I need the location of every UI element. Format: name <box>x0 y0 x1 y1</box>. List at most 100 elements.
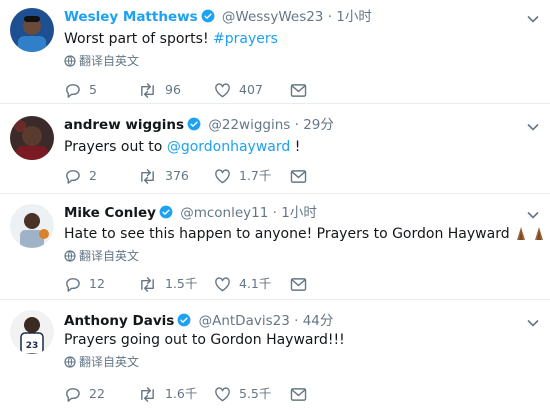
separator-dot: · <box>294 117 299 133</box>
display-name[interactable]: Anthony Davis <box>64 313 174 329</box>
tweet-text: Worst part of sports! #prayers <box>64 29 278 49</box>
reply-count: 2 <box>89 168 97 183</box>
separator-dot: · <box>327 9 332 25</box>
retweet-icon <box>141 276 154 292</box>
direct-message-button[interactable] <box>290 274 307 294</box>
translate-label: 翻译自英文 <box>79 54 140 68</box>
tweet-text: Prayers out to @gordonhayward ! <box>64 137 300 157</box>
tweet-text: Hate to see this happen to anyone! Praye… <box>64 224 548 247</box>
user-handle[interactable]: @AntDavis23 <box>199 313 290 329</box>
translate-link[interactable]: 翻译自英文 <box>64 53 139 69</box>
retweet-icon <box>141 386 154 402</box>
verified-badge-icon <box>187 117 201 136</box>
display-name[interactable]: andrew wiggins <box>64 117 184 133</box>
chevron-down-icon[interactable] <box>526 11 540 25</box>
chevron-down-icon[interactable] <box>526 315 540 329</box>
display-name[interactable]: Wesley Matthews <box>64 9 198 25</box>
hashtag-link[interactable]: #prayers <box>213 31 278 47</box>
like-button[interactable]: 1.7千 <box>214 166 271 186</box>
direct-message-icon <box>290 169 307 183</box>
avatar[interactable] <box>10 116 54 160</box>
like-button[interactable]: 5.5千 <box>214 384 271 404</box>
separator-dot: · <box>294 313 299 329</box>
avatar[interactable] <box>10 8 54 52</box>
retweet-count: 376 <box>165 168 189 183</box>
reply-button[interactable]: 5 <box>64 80 97 100</box>
chevron-down-icon[interactable] <box>526 119 540 133</box>
chevron-down-icon[interactable] <box>526 207 540 221</box>
retweet-button[interactable]: 1.5千 <box>138 274 197 294</box>
direct-message-icon <box>290 277 307 291</box>
tweet-andrew-wiggins[interactable]: andrew wiggins @22wiggins · 29分 Prayers … <box>0 104 550 194</box>
retweet-icon <box>141 168 154 184</box>
retweet-button[interactable]: 376 <box>138 166 189 186</box>
reply-icon <box>66 169 80 184</box>
translate-link[interactable]: 翻译自英文 <box>64 248 139 264</box>
tweet-actions: 22 1.6千 5.5千 <box>64 384 324 404</box>
separator-dot: · <box>272 205 277 221</box>
retweet-count: 1.6千 <box>165 386 198 401</box>
tweet-text-plain: Hate to see this happen to anyone! Praye… <box>64 226 510 242</box>
user-handle[interactable]: @mconley11 <box>180 205 268 221</box>
avatar[interactable]: 23 <box>10 310 54 354</box>
reply-icon <box>66 83 80 98</box>
globe-icon <box>64 250 76 262</box>
reply-count: 5 <box>89 82 97 97</box>
timestamp[interactable]: 1小时 <box>281 205 317 221</box>
retweet-button[interactable]: 96 <box>138 80 181 100</box>
mention-link[interactable]: @gordonhayward <box>167 139 290 155</box>
display-name[interactable]: Mike Conley <box>64 205 156 221</box>
avatar[interactable] <box>10 204 54 248</box>
reply-button[interactable]: 12 <box>64 274 105 294</box>
tweet-text: Prayers going out to Gordon Hayward!!! <box>64 330 345 350</box>
tweet-anthony-davis[interactable]: 23 Anthony Davis @AntDavis23 · 44分 Praye… <box>0 300 550 410</box>
retweet-button[interactable]: 1.6千 <box>138 384 197 404</box>
reply-icon <box>66 387 80 402</box>
direct-message-icon <box>290 387 307 401</box>
user-handle[interactable]: @WessyWes23 <box>222 9 324 25</box>
tweet-actions: 2 376 1.7千 <box>64 166 324 186</box>
timestamp[interactable]: 29分 <box>303 117 334 133</box>
tweet-actions: 5 96 407 <box>64 80 324 100</box>
like-button[interactable]: 407 <box>214 80 263 100</box>
heart-icon <box>215 168 230 183</box>
globe-icon <box>64 356 76 368</box>
like-count: 4.1千 <box>239 276 272 291</box>
like-count: 5.5千 <box>239 386 272 401</box>
reply-count: 22 <box>89 386 105 401</box>
direct-message-icon <box>290 83 307 97</box>
translate-link[interactable]: 翻译自英文 <box>64 354 139 370</box>
retweet-icon <box>141 82 154 98</box>
tweet-header: Wesley Matthews @WessyWes23 · 1小时 <box>64 8 372 28</box>
direct-message-button[interactable] <box>290 384 307 404</box>
user-handle[interactable]: @22wiggins <box>208 117 290 133</box>
tweet-text-plain: Worst part of sports! <box>64 31 214 47</box>
direct-message-button[interactable] <box>290 166 307 186</box>
tweet-actions: 12 1.5千 4.1千 <box>64 274 324 294</box>
tweet-header: andrew wiggins @22wiggins · 29分 <box>64 116 334 136</box>
verified-badge-icon <box>159 205 173 224</box>
tweet-header: Mike Conley @mconley11 · 1小时 <box>64 204 317 224</box>
tweet-text-after: ! <box>290 139 301 155</box>
globe-icon <box>64 55 76 67</box>
translate-label: 翻译自英文 <box>79 249 140 263</box>
reply-count: 12 <box>89 276 105 291</box>
tweet-header: Anthony Davis @AntDavis23 · 44分 <box>64 312 333 332</box>
timestamp[interactable]: 44分 <box>303 313 334 329</box>
retweet-count: 96 <box>165 82 181 97</box>
praying-hands-emoji <box>514 225 548 247</box>
svg-text:23: 23 <box>26 341 39 351</box>
translate-label: 翻译自英文 <box>79 355 140 369</box>
timestamp[interactable]: 1小时 <box>336 9 372 25</box>
tweet-mike-conley[interactable]: Mike Conley @mconley11 · 1小时 Hate to see… <box>0 194 550 300</box>
heart-icon <box>215 82 230 97</box>
like-button[interactable]: 4.1千 <box>214 274 271 294</box>
reply-button[interactable]: 22 <box>64 384 105 404</box>
tweet-text-plain: Prayers going out to Gordon Hayward!!! <box>64 332 345 348</box>
reply-button[interactable]: 2 <box>64 166 97 186</box>
tweet-wesley-matthews[interactable]: Wesley Matthews @WessyWes23 · 1小时 Worst … <box>0 0 550 104</box>
heart-icon <box>215 276 230 291</box>
heart-icon <box>215 386 230 401</box>
direct-message-button[interactable] <box>290 80 307 100</box>
retweet-count: 1.5千 <box>165 276 198 291</box>
